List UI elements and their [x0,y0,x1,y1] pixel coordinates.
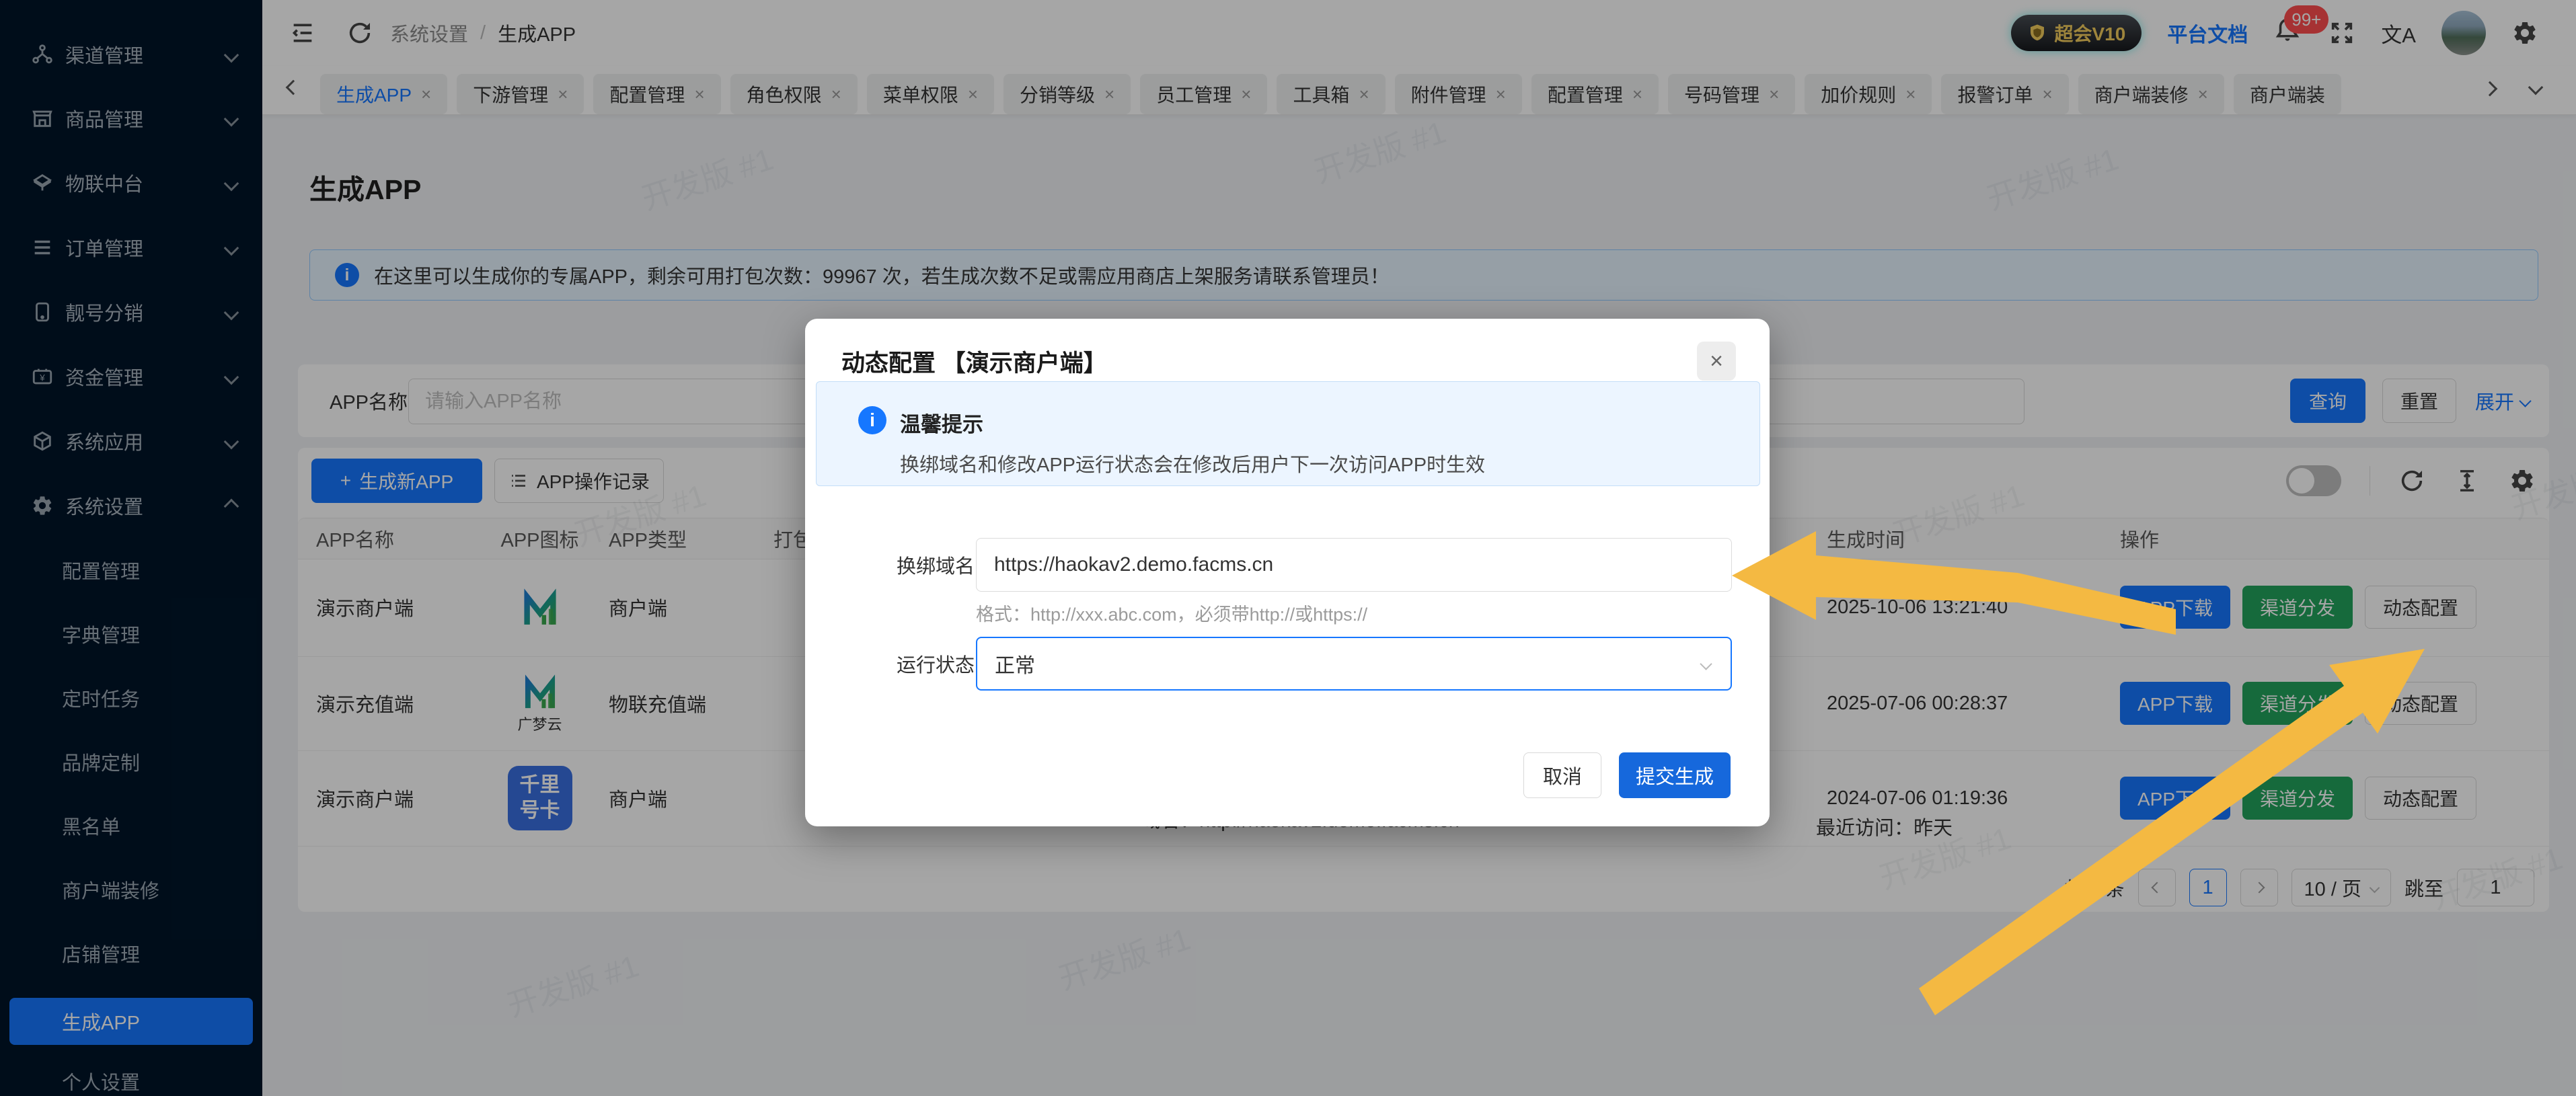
rebind-domain-label: 换绑域名 [832,538,975,592]
modal-close-button[interactable]: × [1697,342,1736,381]
modal-title: 动态配置 【演示商户端】 [841,344,1107,379]
info-icon: i [858,406,886,434]
tip-title: 温馨提示 [900,407,983,438]
submit-generate-button[interactable]: 提交生成 [1619,752,1731,798]
close-icon: × [1710,348,1723,375]
run-status-label: 运行状态 [832,637,975,691]
cancel-button[interactable]: 取消 [1523,752,1601,798]
modal-tip-box: i 温馨提示 换绑域名和修改APP运行状态会在修改后用户下一次访问APP时生效 [816,381,1760,486]
dynamic-config-modal: 动态配置 【演示商户端】 × i 温馨提示 换绑域名和修改APP运行状态会在修改… [805,319,1770,826]
domain-format-hint: 格式：http://xxx.abc.com，必须带http://或https:/… [976,600,1367,626]
rebind-domain-input[interactable] [976,538,1732,592]
tip-body: 换绑域名和修改APP运行状态会在修改后用户下一次访问APP时生效 [900,449,1485,477]
chevron-down-icon [1700,658,1712,670]
run-status-select[interactable]: 正常 [976,637,1732,691]
app-screen: ¥ 渠道管理 商品管理 物联中台 订单管理 靓号分销 资金管理 系统应用 系统设… [0,0,2576,1096]
